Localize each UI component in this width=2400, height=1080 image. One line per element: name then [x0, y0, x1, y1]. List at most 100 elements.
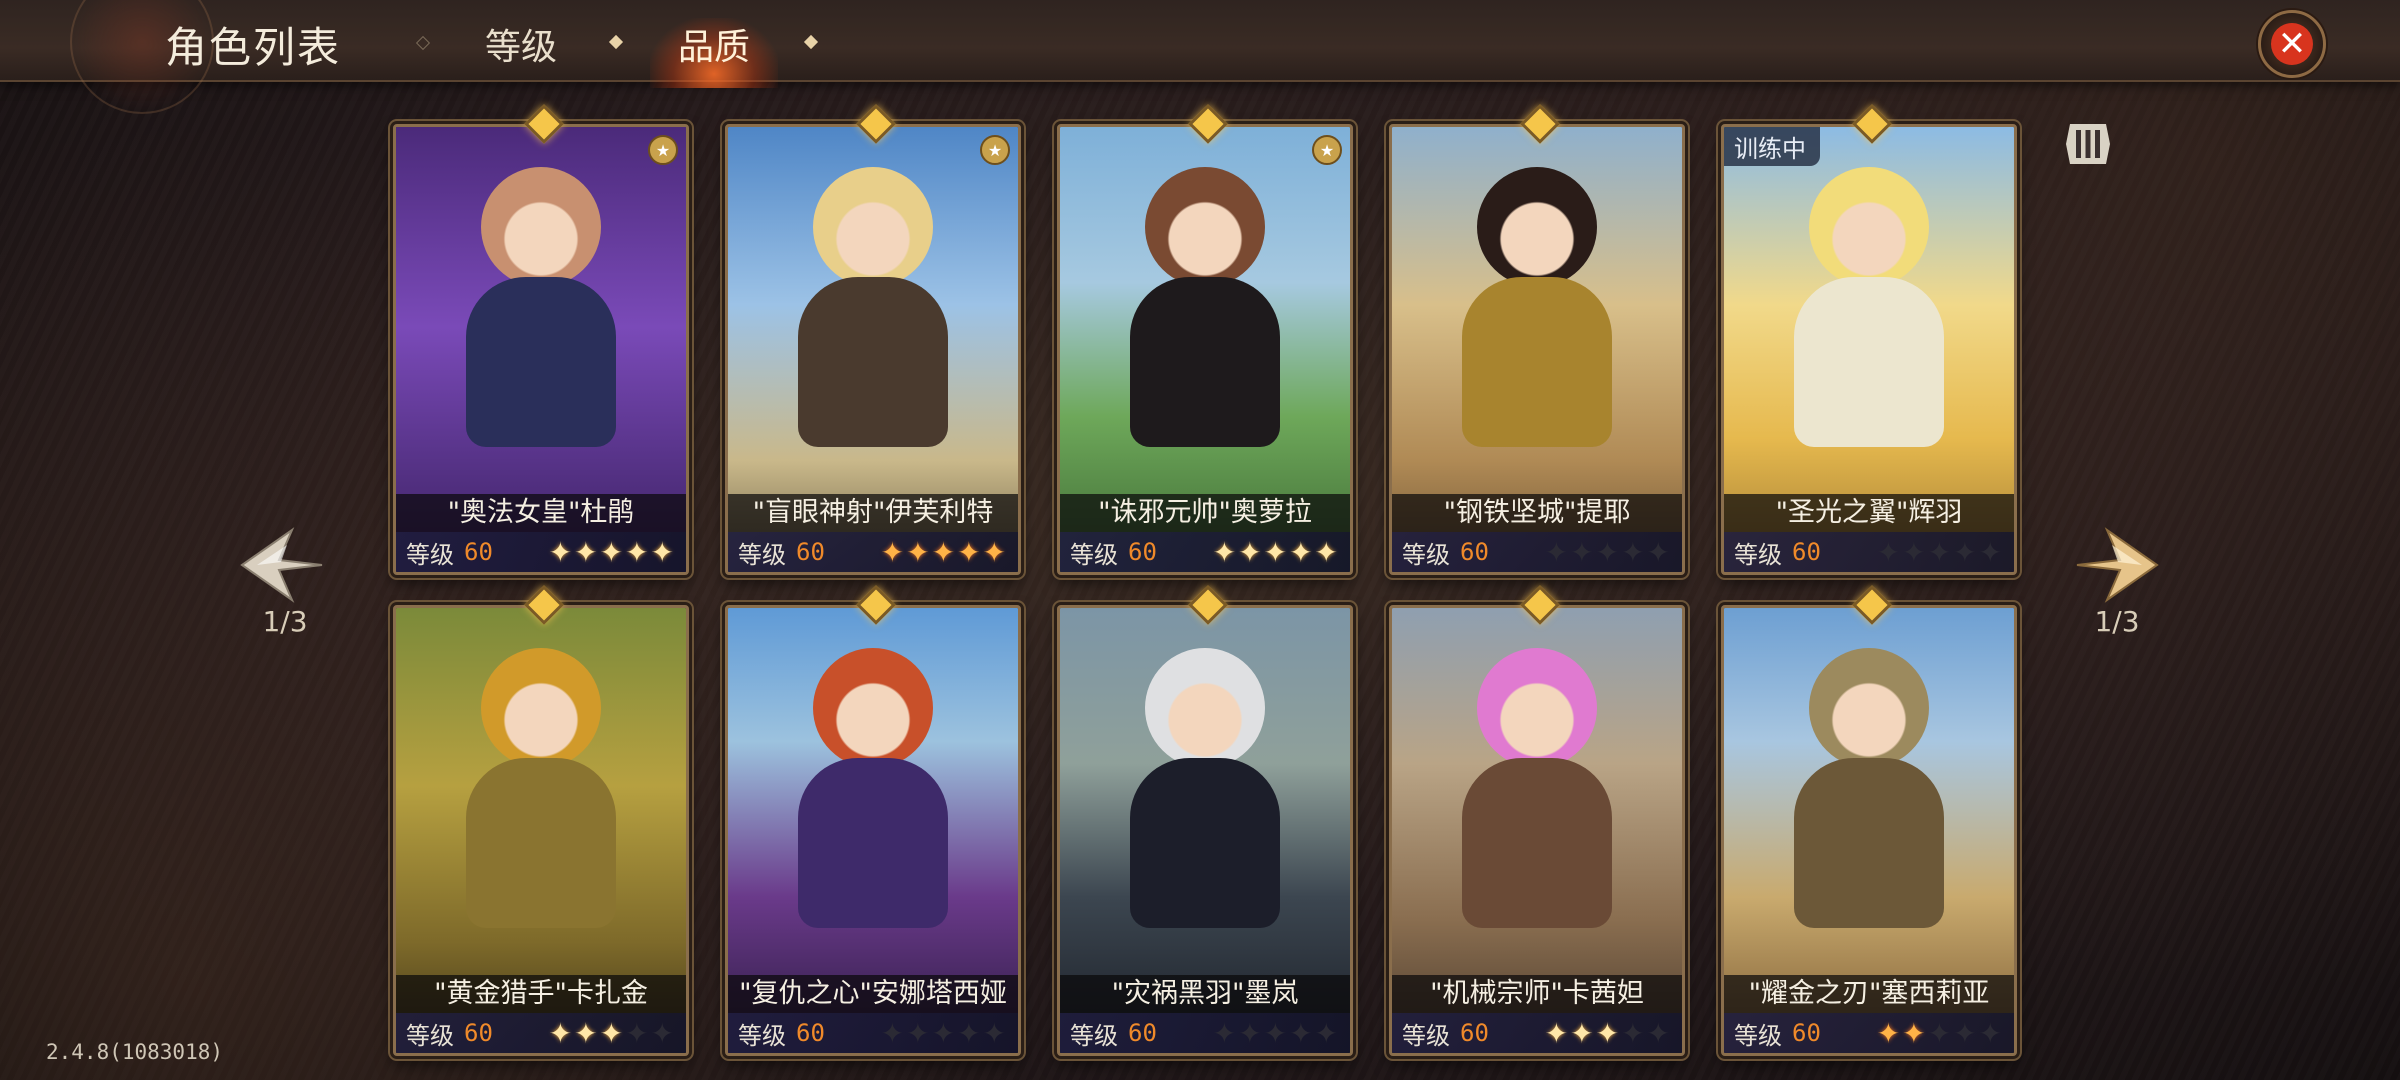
top-bar: 角色列表 等级 品质 ✕ — [0, 0, 2400, 114]
version-label: 2.4.8(1083018) — [46, 1040, 224, 1064]
star-filled-icon: ✦ — [625, 536, 651, 569]
rank-badge-icon: ★ — [1312, 135, 1342, 165]
card-footer: 等级 60 ✦✦✦✦✦ — [728, 532, 1018, 572]
card-footer: 等级 60 ✦✦✦✦✦ — [1724, 532, 2014, 572]
star-filled-icon: ✦ — [1289, 536, 1315, 569]
level-value: 60 — [1128, 538, 1157, 566]
prev-page-button[interactable] — [237, 520, 327, 610]
card-footer: 等级 60 ✦✦✦✦✦ — [1060, 532, 1350, 572]
tab-level[interactable]: 等级 — [485, 18, 557, 70]
star-empty-icon: ✦ — [1314, 1017, 1340, 1050]
level-label: 等级 — [738, 540, 786, 569]
character-card[interactable]: ★ "诛邪元帅"奥萝拉 等级 60 ✦✦✦✦✦ — [1057, 124, 1353, 575]
star-rating: ✦✦✦✦✦ — [1545, 536, 1672, 569]
star-empty-icon: ✦ — [880, 1017, 907, 1050]
star-empty-icon: ✦ — [931, 1017, 958, 1050]
star-filled-icon: ✦ — [599, 1017, 626, 1050]
card-footer: 等级 60 ✦✦✦✦✦ — [728, 1013, 1018, 1053]
character-name: "机械宗师"卡茜妲 — [1392, 975, 1682, 1013]
star-rating: ✦✦✦✦✦ — [1877, 1017, 2004, 1050]
level-value: 60 — [464, 538, 493, 566]
character-card[interactable]: "钢铁坚城"提耶 等级 60 ✦✦✦✦✦ — [1389, 124, 1685, 575]
character-name: "盲眼神射"伊芙利特 — [728, 494, 1018, 532]
star-filled-icon: ✦ — [1263, 536, 1290, 569]
page-title: 角色列表 — [165, 23, 342, 72]
star-filled-icon: ✦ — [906, 536, 932, 569]
card-footer: 等级 60 ✦✦✦✦✦ — [396, 1013, 686, 1053]
character-figure — [1794, 648, 1944, 928]
columns-icon — [2066, 124, 2110, 164]
character-card[interactable]: "复仇之心"安娜塔西娅 等级 60 ✦✦✦✦✦ — [725, 605, 1021, 1056]
star-empty-icon: ✦ — [650, 1017, 676, 1050]
star-filled-icon: ✦ — [931, 536, 958, 569]
page-indicator-left: 1/3 — [262, 605, 308, 638]
character-card[interactable]: ★ "盲眼神射"伊芙利特 等级 60 ✦✦✦✦✦ — [725, 124, 1021, 575]
page-indicator-right: 1/3 — [2094, 605, 2140, 638]
star-filled-icon: ✦ — [880, 536, 907, 569]
level-label: 等级 — [1734, 1021, 1782, 1050]
star-empty-icon: ✦ — [625, 1017, 651, 1050]
character-card[interactable]: "灾祸黑羽"墨岚 等级 60 ✦✦✦✦✦ — [1057, 605, 1353, 1056]
star-empty-icon: ✦ — [1595, 536, 1622, 569]
star-empty-icon: ✦ — [1927, 536, 1954, 569]
level-label: 等级 — [406, 540, 454, 569]
star-rating: ✦✦✦✦✦ — [881, 536, 1008, 569]
character-name: "黄金猎手"卡扎金 — [396, 975, 686, 1013]
star-empty-icon: ✦ — [1621, 1017, 1647, 1050]
star-filled-icon: ✦ — [1902, 1017, 1928, 1050]
star-empty-icon: ✦ — [1978, 1017, 2004, 1050]
star-rating: ✦✦✦✦✦ — [1877, 536, 2004, 569]
star-empty-icon: ✦ — [1212, 1017, 1239, 1050]
character-card[interactable]: "黄金猎手"卡扎金 等级 60 ✦✦✦✦✦ — [393, 605, 689, 1056]
star-filled-icon: ✦ — [1212, 536, 1239, 569]
character-name: "诛邪元帅"奥萝拉 — [1060, 494, 1350, 532]
star-empty-icon: ✦ — [1902, 536, 1928, 569]
character-name: "奥法女皇"杜鹃 — [396, 494, 686, 532]
level-label: 等级 — [406, 1021, 454, 1050]
card-footer: 等级 60 ✦✦✦✦✦ — [1392, 532, 1682, 572]
card-footer: 等级 60 ✦✦✦✦✦ — [1392, 1013, 1682, 1053]
star-filled-icon: ✦ — [650, 536, 676, 569]
star-empty-icon: ✦ — [1876, 536, 1903, 569]
star-filled-icon: ✦ — [1876, 1017, 1903, 1050]
star-empty-icon: ✦ — [1238, 1017, 1264, 1050]
character-card[interactable]: 训练中 "圣光之翼"辉羽 等级 60 ✦✦✦✦✦ — [1721, 124, 2017, 575]
star-empty-icon: ✦ — [1953, 536, 1979, 569]
star-filled-icon: ✦ — [1595, 1017, 1622, 1050]
level-label: 等级 — [1734, 540, 1782, 569]
character-name: "圣光之翼"辉羽 — [1724, 494, 2014, 532]
character-name: "复仇之心"安娜塔西娅 — [728, 975, 1018, 1013]
star-empty-icon: ✦ — [1978, 536, 2004, 569]
character-figure — [1130, 648, 1280, 928]
star-empty-icon: ✦ — [1544, 536, 1571, 569]
star-rating: ✦✦✦✦✦ — [549, 536, 676, 569]
star-empty-icon: ✦ — [982, 1017, 1008, 1050]
level-value: 60 — [796, 1019, 825, 1047]
rank-badge-icon: ★ — [980, 135, 1010, 165]
character-name: "灾祸黑羽"墨岚 — [1060, 975, 1350, 1013]
character-card[interactable]: ★ "奥法女皇"杜鹃 等级 60 ✦✦✦✦✦ — [393, 124, 689, 575]
star-rating: ✦✦✦✦✦ — [1213, 1017, 1340, 1050]
layout-toggle-button[interactable] — [2062, 118, 2114, 170]
level-label: 等级 — [1402, 540, 1450, 569]
star-empty-icon: ✦ — [1263, 1017, 1290, 1050]
character-card[interactable]: "耀金之刃"塞西莉亚 等级 60 ✦✦✦✦✦ — [1721, 605, 2017, 1056]
star-empty-icon: ✦ — [1621, 536, 1647, 569]
star-filled-icon: ✦ — [548, 536, 575, 569]
character-card[interactable]: "机械宗师"卡茜妲 等级 60 ✦✦✦✦✦ — [1389, 605, 1685, 1056]
star-filled-icon: ✦ — [1570, 1017, 1596, 1050]
close-icon: ✕ — [2271, 23, 2313, 65]
character-name: "钢铁坚城"提耶 — [1392, 494, 1682, 532]
tab-quality[interactable]: 品质 — [678, 18, 750, 70]
level-value: 60 — [464, 1019, 493, 1047]
star-empty-icon: ✦ — [906, 1017, 932, 1050]
tab-separator-icon — [803, 34, 819, 50]
star-filled-icon: ✦ — [574, 1017, 600, 1050]
close-button[interactable]: ✕ — [2258, 10, 2326, 78]
card-footer: 等级 60 ✦✦✦✦✦ — [1724, 1013, 2014, 1053]
star-filled-icon: ✦ — [599, 536, 626, 569]
character-figure — [1794, 167, 1944, 447]
character-figure — [1130, 167, 1280, 447]
level-label: 等级 — [1070, 540, 1118, 569]
next-page-button[interactable] — [2072, 520, 2162, 610]
